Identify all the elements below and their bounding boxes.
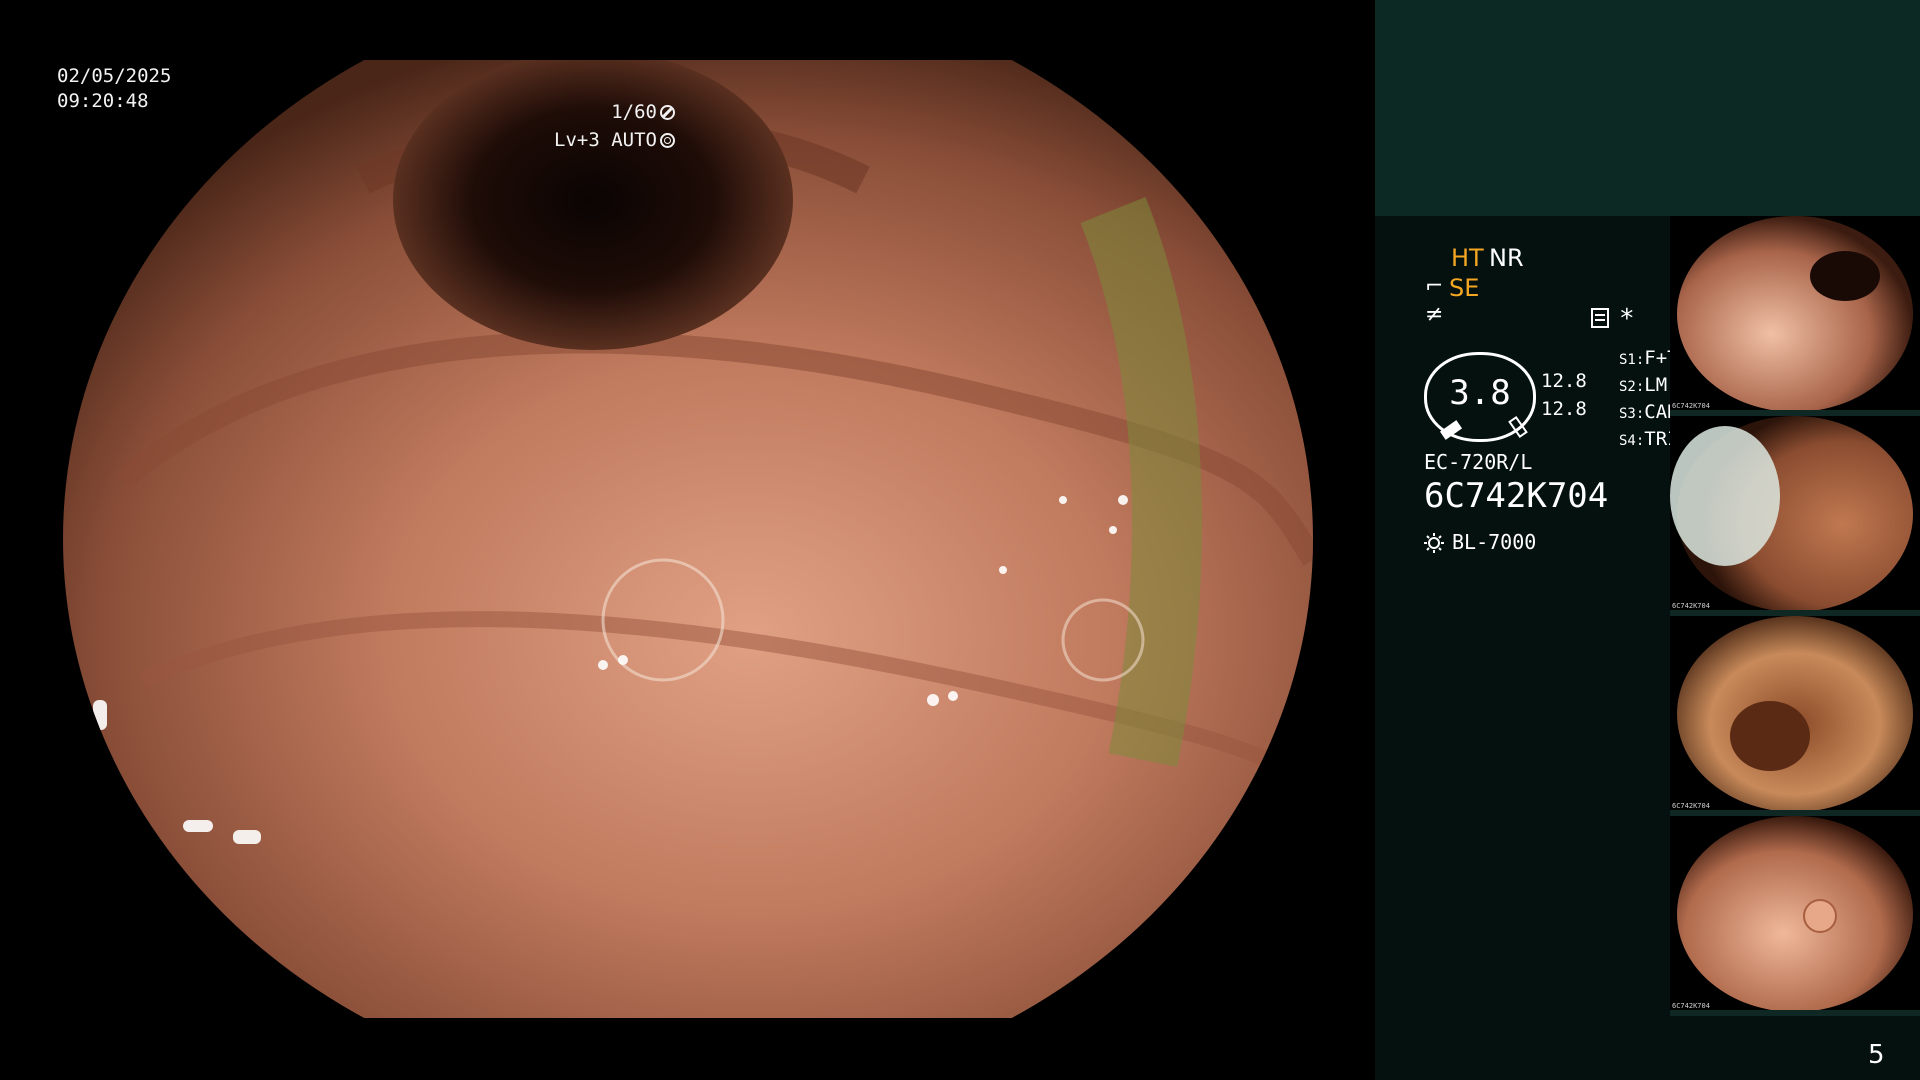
thumbnail[interactable]: 6C742K704 (1670, 416, 1920, 616)
zoom-value: 3.8 (1449, 373, 1511, 413)
shutter-value: 1/60 (611, 101, 657, 123)
asterisk-icon: * (1619, 304, 1635, 334)
zoom-side-value-b: 12.8 (1541, 398, 1587, 420)
thumbnail[interactable]: 6C742K704 (1670, 816, 1920, 1016)
shutter-display: 1/60 (611, 100, 675, 125)
thumbnail-bar (1670, 1010, 1920, 1016)
date-text: 02/05/2025 (57, 65, 172, 87)
time-text: 09:20:48 (57, 90, 149, 112)
auto-level-icon (660, 133, 675, 148)
date-time-display: 02/05/2025 09:20:48 (57, 64, 171, 114)
color-mode-icon: ≠ (1425, 302, 1444, 327)
zoom-mark-right-icon (1508, 415, 1528, 439)
endoscopy-screen: 02/05/2025 09:20:48 1/60 Lv+3 AUTO HT NR… (0, 0, 1920, 1080)
page-number: 5 (1868, 1040, 1885, 1070)
structure-enhance-icon: ⌐ (1425, 274, 1444, 299)
light-source-icon (1424, 533, 1444, 553)
thumbnail-caption: 6C742K704 (1672, 802, 1710, 810)
record-icon (1591, 308, 1609, 328)
thumbnail[interactable]: 6C742K704 (1670, 216, 1920, 416)
info-side-panel: HT NR ⌐ SE ≠ * 3.8 12.8 12.8 S1:F+T S2:L… (1375, 0, 1920, 1080)
status-block: HT NR ⌐ SE ≠ * 3.8 12.8 12.8 S1:F+T S2:L… (1399, 240, 1699, 600)
endoscope-live-image (63, 60, 1313, 1018)
scope-model: EC-720R/L (1424, 450, 1533, 474)
zoom-mark-left-icon (1439, 420, 1463, 440)
thumbnail-caption: 6C742K704 (1672, 602, 1710, 610)
scope-serial: 6C742K704 (1424, 476, 1609, 516)
se-indicator: SE (1449, 274, 1480, 302)
light-source-label: BL-7000 (1452, 530, 1537, 554)
zoom-indicator: 3.8 (1424, 352, 1536, 442)
thumbnail-caption: 6C742K704 (1672, 402, 1710, 410)
nr-indicator: NR (1489, 244, 1524, 272)
panel-header (1375, 0, 1920, 216)
level-display: Lv+3 AUTO (554, 128, 675, 153)
ht-indicator: HT (1451, 244, 1484, 272)
thumbnail[interactable]: 6C742K704 (1670, 616, 1920, 816)
thumbnail-caption: 6C742K704 (1672, 1002, 1710, 1010)
light-source: BL-7000 (1424, 530, 1536, 554)
thumbnail-strip: 6C742K704 6C742K704 6C742K704 6C742K704 (1670, 216, 1920, 1016)
shutter-icon (660, 105, 675, 120)
level-value: Lv+3 AUTO (554, 129, 657, 151)
main-endoscope-view: 02/05/2025 09:20:48 1/60 Lv+3 AUTO (0, 0, 1375, 1080)
zoom-side-value-a: 12.8 (1541, 370, 1587, 392)
